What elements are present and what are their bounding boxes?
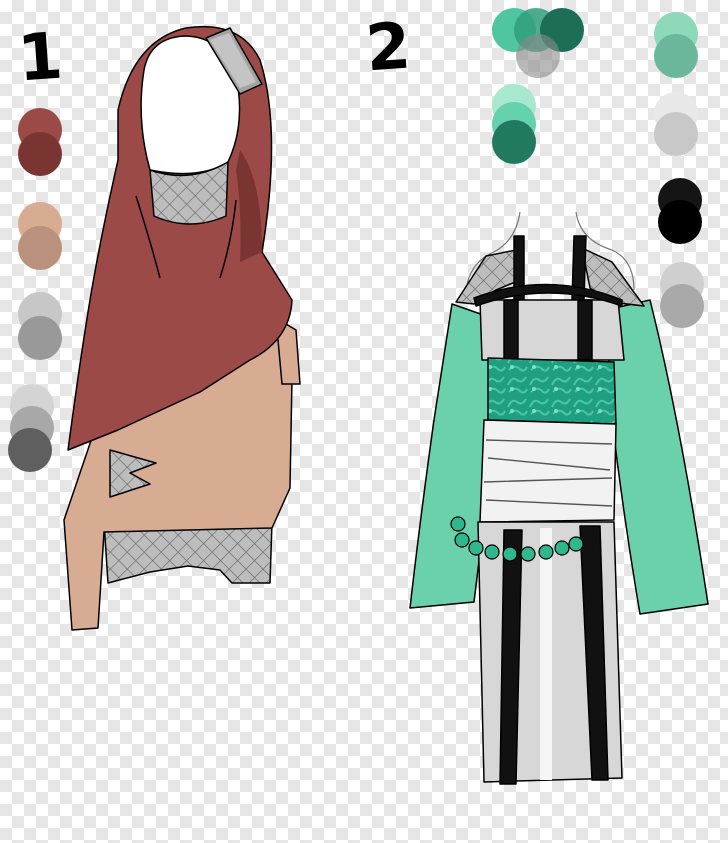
- outfits-illustration: [63, 25, 709, 785]
- outfit-1-hooded-top: [63, 25, 301, 631]
- drawing-canvas: 1 2: [0, 0, 728, 843]
- outfit-2-dress: [409, 211, 709, 785]
